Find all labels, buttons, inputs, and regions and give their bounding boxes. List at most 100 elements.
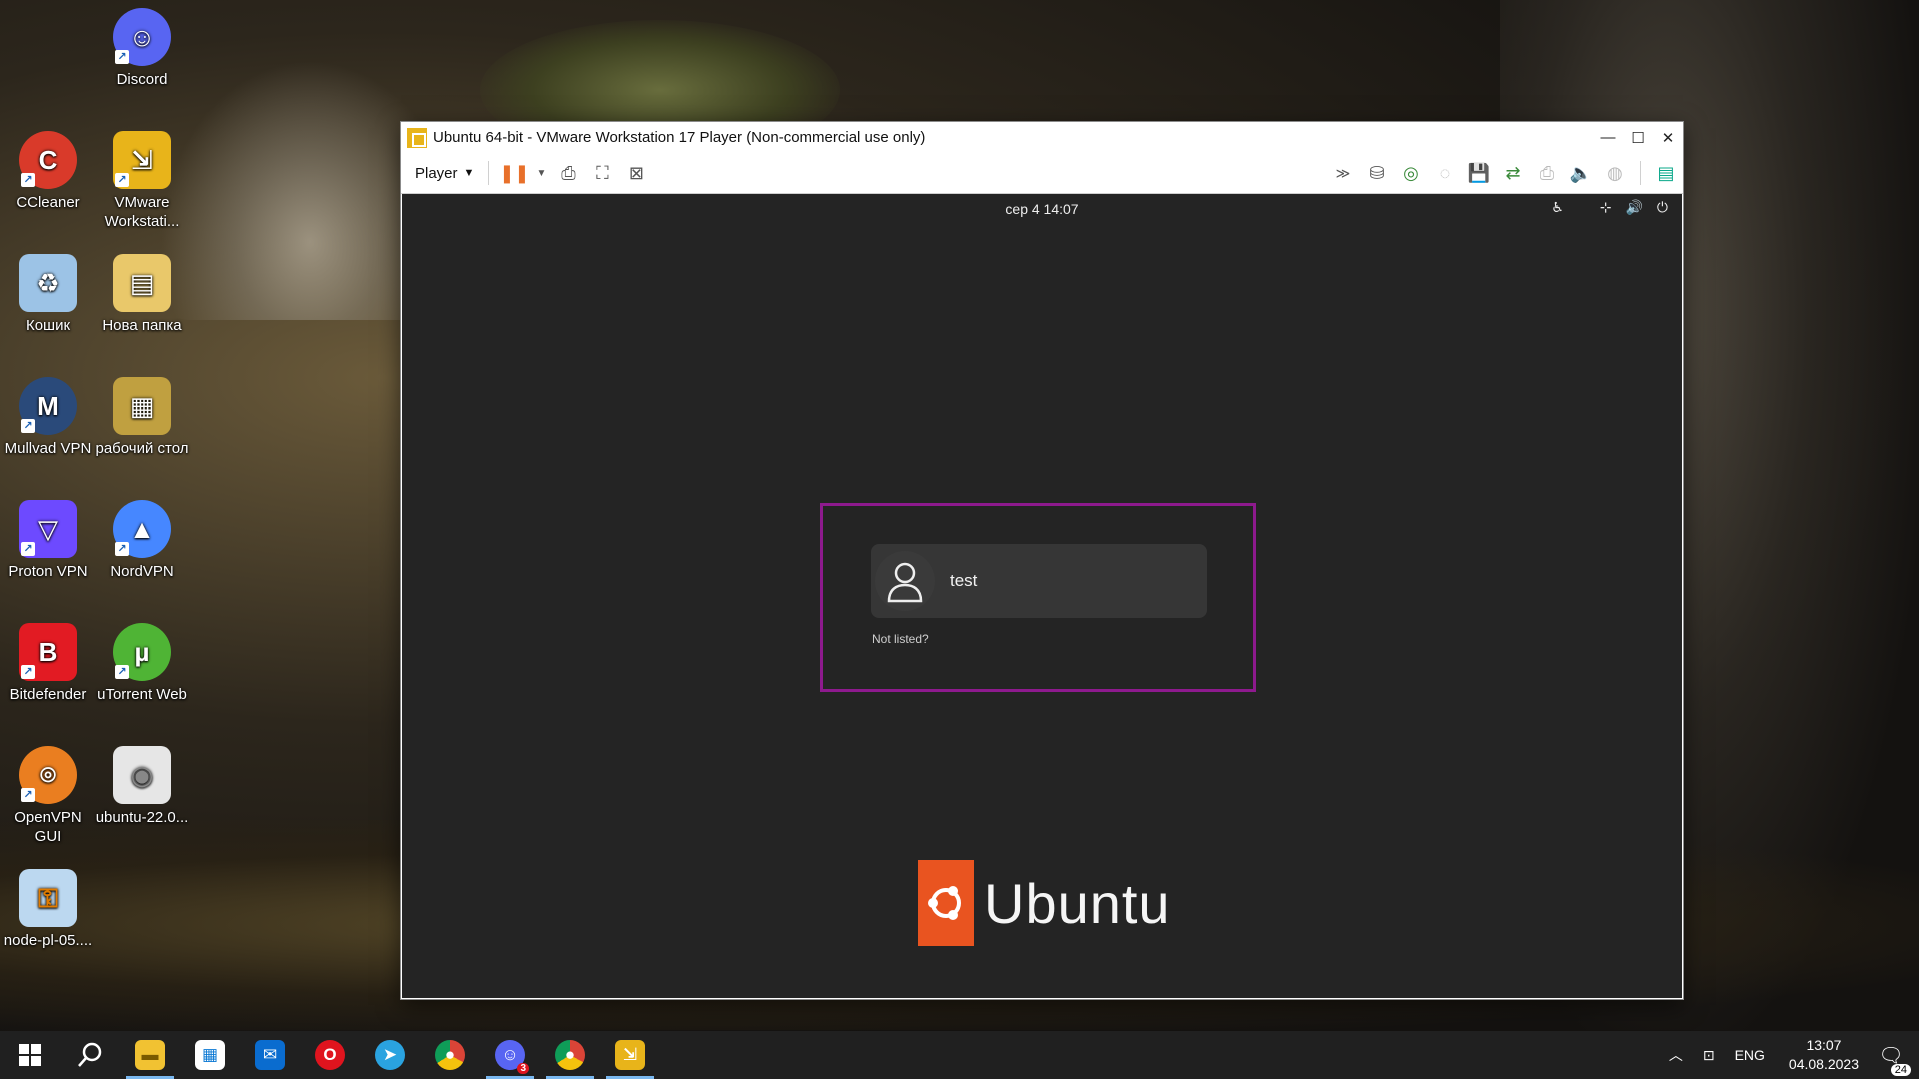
sound-card-icon[interactable]: 🔈 [1568, 160, 1594, 186]
store-icon: ▦ [195, 1040, 225, 1070]
desktop-icon-label: node-pl-05.... [3, 932, 93, 949]
vmware-app-icon [407, 127, 427, 148]
toolbar-divider [488, 161, 490, 185]
fullscreen-icon[interactable]: ⛶ [589, 160, 615, 186]
taskbar-opera[interactable]: O [300, 1031, 360, 1079]
desktop-icon-ccleaner[interactable]: C ↗ CCleaner [0, 131, 96, 212]
ubuntu-logo: Ubuntu [918, 860, 1171, 946]
recycle-bin-icon: ♻ [19, 254, 77, 312]
vm-toolbar: Player ▼ ❚❚ ▼ ⎙ ⛶ ⊠ ≫ ⛁ ◎ ◌ 💾 ⇄ ⎙ 🔈 ◍ ▤ [401, 153, 1683, 194]
accessibility-icon[interactable]: ♿ [1551, 199, 1564, 216]
desktop-icon-label: uTorrent Web [97, 686, 187, 703]
search-icon [78, 1042, 102, 1067]
window-titlebar[interactable]: Ubuntu 64-bit - VMware Workstation 17 Pl… [401, 122, 1683, 153]
desktop-icon-label: VMware Workstati... [104, 194, 180, 230]
chrome-icon: ● [555, 1040, 585, 1070]
desktop-icon-discord[interactable]: ☺ ↗ Discord [94, 8, 190, 89]
desktop-icon-openvpn[interactable]: ⌾ ↗ OpenVPN GUI [0, 746, 96, 846]
desktop-icon-recycle-bin[interactable]: ♻ Кошик [0, 254, 96, 335]
close-icon[interactable]: ✕ [1653, 122, 1683, 153]
gnome-clock[interactable]: сер 4 14:07 [402, 201, 1682, 217]
desktop-icon-utorrent[interactable]: µ ↗ uTorrent Web [94, 623, 190, 704]
login-highlight-frame: test Not listed? [820, 503, 1256, 692]
player-menu-button[interactable]: Player ▼ [409, 161, 480, 186]
vmware-icon: ⇲ ↗ [113, 131, 171, 189]
printer-icon[interactable]: ⎙ [1534, 160, 1560, 186]
send-ctrl-alt-del-icon[interactable]: ⎙ [555, 160, 581, 186]
notification-center-button[interactable]: 🗨 24 [1873, 1043, 1911, 1076]
desktop-icon-label: OpenVPN GUI [14, 809, 82, 845]
bitdefender-icon: B ↗ [19, 623, 77, 681]
maximize-icon[interactable]: ☐ [1623, 122, 1653, 153]
network-status-icon[interactable]: ⊡ [1703, 1047, 1715, 1064]
desktop-icon-new-folder[interactable]: ▤ Нова папка [94, 254, 190, 335]
taskbar-chrome[interactable]: ● [420, 1031, 480, 1079]
taskbar-microsoft-store[interactable]: ▦ [180, 1031, 240, 1079]
start-button[interactable] [0, 1031, 60, 1079]
desktop-icon-label: NordVPN [110, 563, 174, 580]
desktop-icon-proton-vpn[interactable]: ▽ ↗ Proton VPN [0, 500, 96, 581]
opera-icon: O [315, 1040, 345, 1070]
desktop-icon-ubuntu-iso[interactable]: ◉ ubuntu-22.0... [94, 746, 190, 827]
network-adapter-icon[interactable]: ⇄ [1500, 160, 1526, 186]
utorrent-icon: µ ↗ [113, 623, 171, 681]
desktop-icon-vmware[interactable]: ⇲ ↗ VMware Workstati... [94, 131, 190, 231]
unity-icon[interactable]: ⊠ [623, 160, 649, 186]
desktop-icon-label: Proton VPN [8, 563, 88, 580]
desktop-icon-desktop-folder[interactable]: ▦ рабочий стол [94, 377, 190, 458]
hard-disk-icon[interactable]: ⛁ [1364, 160, 1390, 186]
chevron-down-icon[interactable]: ▼ [535, 160, 547, 186]
ubuntu-wordmark: Ubuntu [984, 871, 1171, 935]
desktop-icon-nordvpn[interactable]: ▲ ↗ NordVPN [94, 500, 190, 581]
floppy-icon[interactable]: 💾 [1466, 160, 1492, 186]
language-indicator[interactable]: ENG [1735, 1047, 1765, 1063]
nordvpn-icon: ▲ ↗ [113, 500, 171, 558]
desktop-icon-label: CCleaner [16, 194, 80, 211]
vmware-icon: ⇲ [615, 1040, 645, 1070]
desktop-icon-label: рабочий стол [95, 440, 189, 457]
vmware-player-window[interactable]: Ubuntu 64-bit - VMware Workstation 17 Pl… [401, 122, 1683, 999]
taskbar-mail[interactable]: ✉ [240, 1031, 300, 1079]
shortcut-arrow-icon: ↗ [21, 173, 35, 187]
not-listed-link[interactable]: Not listed? [872, 632, 929, 646]
user-avatar-icon [875, 551, 935, 611]
user-list-item[interactable]: test [871, 544, 1207, 618]
gnome-top-bar: сер 4 14:07 ♿ ⊹ 🔊 ⏻ [402, 194, 1682, 222]
notification-count: 24 [1890, 1063, 1911, 1076]
cd-dvd-icon[interactable]: ◎ [1398, 160, 1424, 186]
desktop-icon-label: Кошик [25, 317, 71, 334]
taskbar-telegram[interactable]: ➤ [360, 1031, 420, 1079]
chevron-up-icon[interactable]: ︿ [1669, 1045, 1683, 1065]
shortcut-arrow-icon: ↗ [115, 542, 129, 556]
desktop-icon-bitdefender[interactable]: B ↗ Bitdefender [0, 623, 96, 704]
user-name: test [950, 571, 978, 590]
folder-icon: ▤ [113, 254, 171, 312]
openvpn-icon: ⌾ ↗ [19, 746, 77, 804]
disc-image-icon: ◉ [113, 746, 171, 804]
desktop-icon-label: Mullvad VPN [4, 440, 92, 457]
taskbar-vmware[interactable]: ⇲ [600, 1031, 660, 1079]
taskbar-date: 04.08.2023 [1788, 1056, 1859, 1072]
pause-icon[interactable]: ❚❚ [499, 160, 529, 186]
desktop-icon-label: ubuntu-22.0... [95, 809, 189, 826]
taskbar-clock[interactable]: 13:07 04.08.2023 [1789, 1036, 1859, 1074]
volume-icon[interactable]: 🔊 [1625, 199, 1642, 216]
proton-vpn-icon: ▽ ↗ [19, 500, 77, 558]
more-devices-icon[interactable]: ≫ [1330, 160, 1356, 186]
network-icon[interactable]: ⊹ [1600, 199, 1612, 216]
chevron-down-icon: ▼ [463, 167, 475, 179]
taskbar-file-explorer[interactable]: ▬ [120, 1031, 180, 1079]
desktop-icon-node-config[interactable]: ⚿ node-pl-05.... [0, 869, 96, 950]
floppy-disabled-icon[interactable]: ◌ [1432, 160, 1458, 186]
discord-icon: ☺ ↗ [113, 8, 171, 66]
taskbar-discord[interactable]: ☺ 3 [480, 1031, 540, 1079]
telegram-icon: ➤ [375, 1040, 405, 1070]
message-log-icon[interactable]: ▤ [1653, 160, 1679, 186]
usb-disabled-icon[interactable]: ◍ [1602, 160, 1628, 186]
power-icon[interactable]: ⏻ [1657, 199, 1668, 216]
ubuntu-guest-screen[interactable]: сер 4 14:07 ♿ ⊹ 🔊 ⏻ test Not listed? Ubu… [402, 194, 1682, 998]
desktop-icon-mullvad[interactable]: M ↗ Mullvad VPN [0, 377, 96, 458]
search-button[interactable] [60, 1031, 120, 1079]
minimize-icon[interactable]: — [1593, 122, 1623, 153]
taskbar-chrome-profile[interactable]: ● [540, 1031, 600, 1079]
